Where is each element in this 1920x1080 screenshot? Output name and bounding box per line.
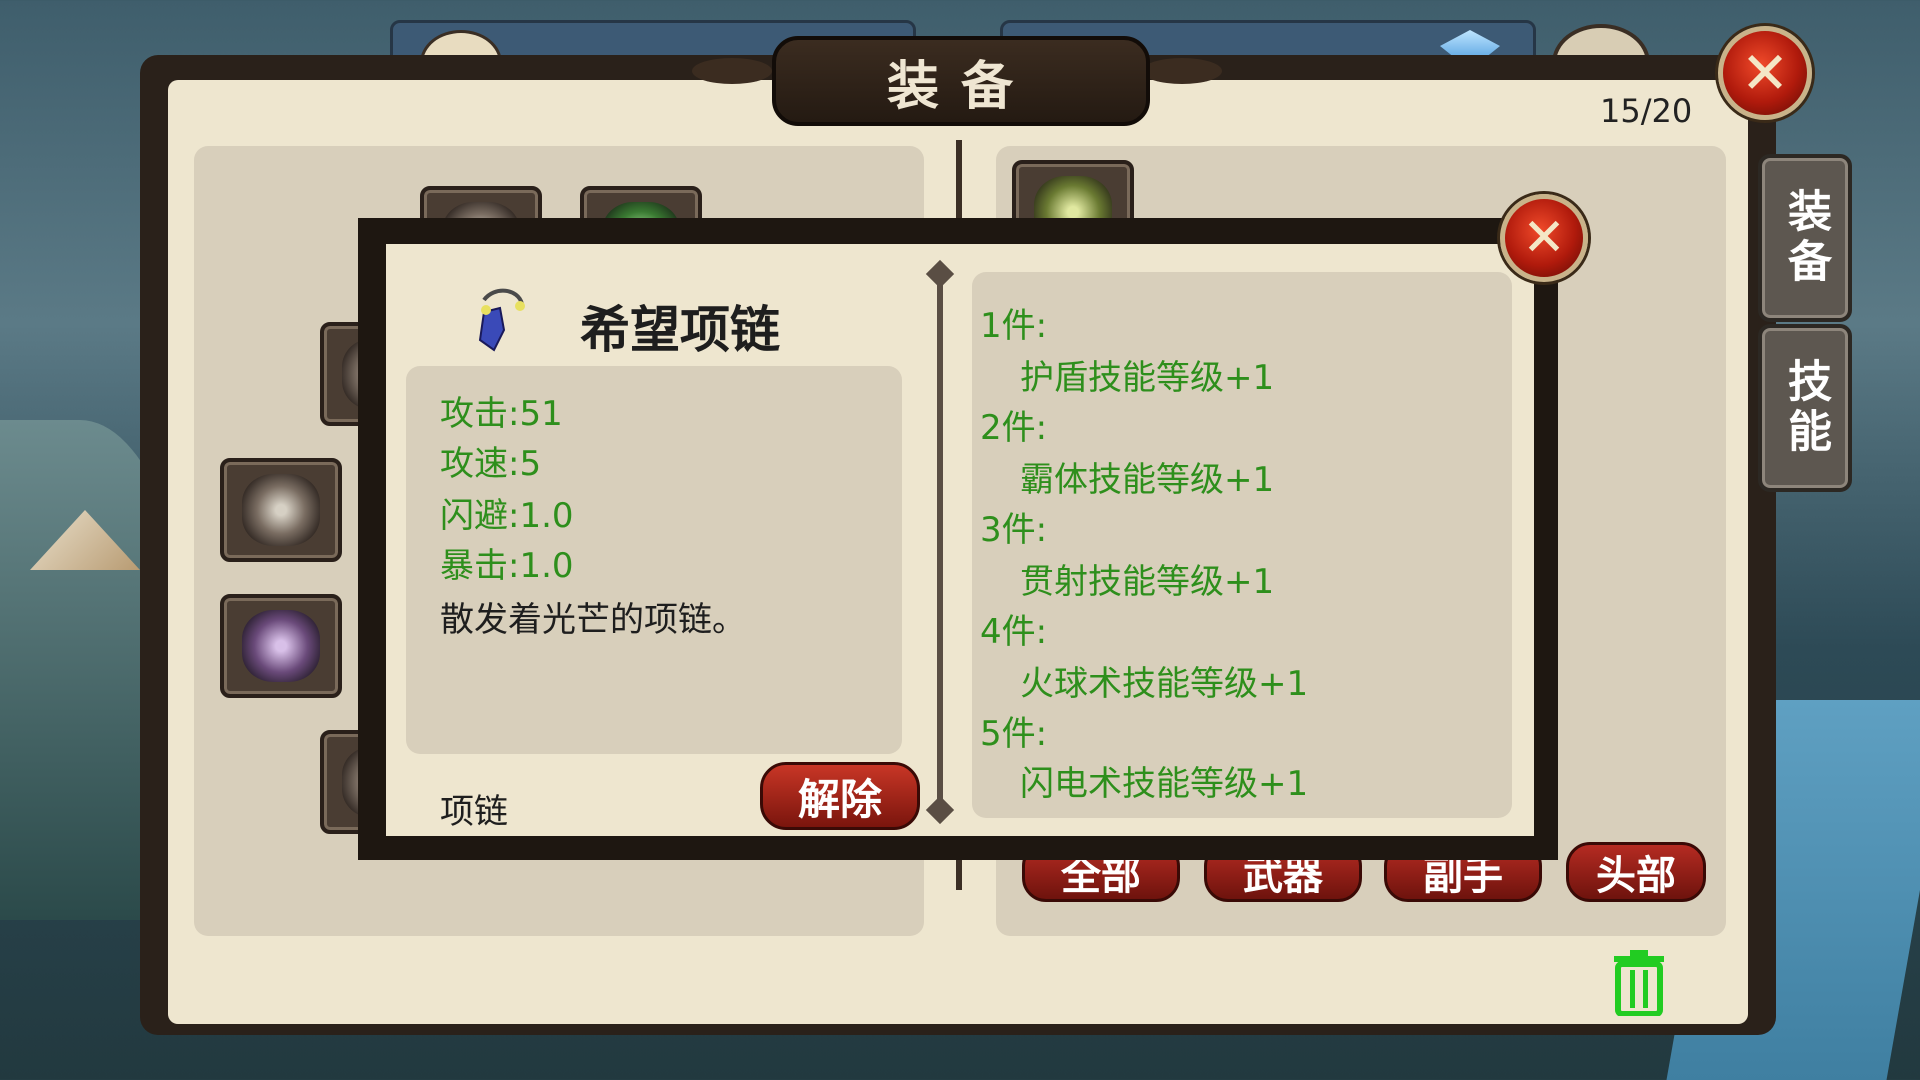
set-bonus-effect: 贯射技能等级+1	[1020, 562, 1275, 602]
inventory-counter: 15/20	[1600, 92, 1693, 130]
tab-skills-label: 技能	[1780, 358, 1831, 458]
popup-divider	[937, 270, 943, 810]
gauntlet-icon	[242, 610, 320, 682]
set-bonus-effect: 霸体技能等级+1	[1020, 460, 1275, 500]
equipment-slot-armor[interactable]	[220, 458, 342, 562]
set-bonus-pieces: 3件:	[980, 510, 1048, 550]
set-bonus-effect: 护盾技能等级+1	[1020, 358, 1275, 398]
item-description: 散发着光芒的项链。	[440, 600, 746, 640]
set-bonus-effect: 火球术技能等级+1	[1020, 664, 1309, 704]
close-panel-button[interactable]: ✕	[1718, 26, 1812, 120]
stat-attack: 攻击:51	[440, 394, 563, 434]
item-name: 希望项链	[580, 301, 780, 359]
close-icon: ✕	[1740, 39, 1790, 107]
plaque-ornament-left	[692, 58, 772, 84]
trash-icon[interactable]	[1612, 950, 1666, 1016]
filter-head-button[interactable]: 头部	[1566, 842, 1706, 902]
unequip-button[interactable]: 解除	[760, 762, 920, 830]
stat-dodge: 闪避:1.0	[440, 496, 574, 536]
close-popup-button[interactable]: ✕	[1500, 194, 1588, 282]
close-icon: ✕	[1522, 208, 1566, 268]
plaque-ornament-right	[1142, 58, 1222, 84]
set-bonus-pieces: 1件:	[980, 306, 1048, 346]
set-bonus-pieces: 4件:	[980, 612, 1048, 652]
stat-critical: 暴击:1.0	[440, 546, 574, 586]
set-bonus-pieces: 2件:	[980, 408, 1048, 448]
item-type: 项链	[440, 792, 508, 832]
tab-equipment[interactable]: 装备	[1758, 154, 1852, 322]
armor-icon	[242, 474, 320, 546]
tab-equipment-label: 装备	[1780, 188, 1831, 288]
set-bonus-pieces: 5件:	[980, 714, 1048, 754]
tab-skills[interactable]: 技能	[1758, 324, 1852, 492]
equipment-slot-gloves[interactable]	[220, 594, 342, 698]
stat-attack-speed: 攻速:5	[440, 444, 542, 484]
set-bonus-effect: 闪电术技能等级+1	[1020, 764, 1309, 804]
panel-title: 装备	[772, 36, 1150, 126]
necklace-icon	[478, 288, 525, 352]
